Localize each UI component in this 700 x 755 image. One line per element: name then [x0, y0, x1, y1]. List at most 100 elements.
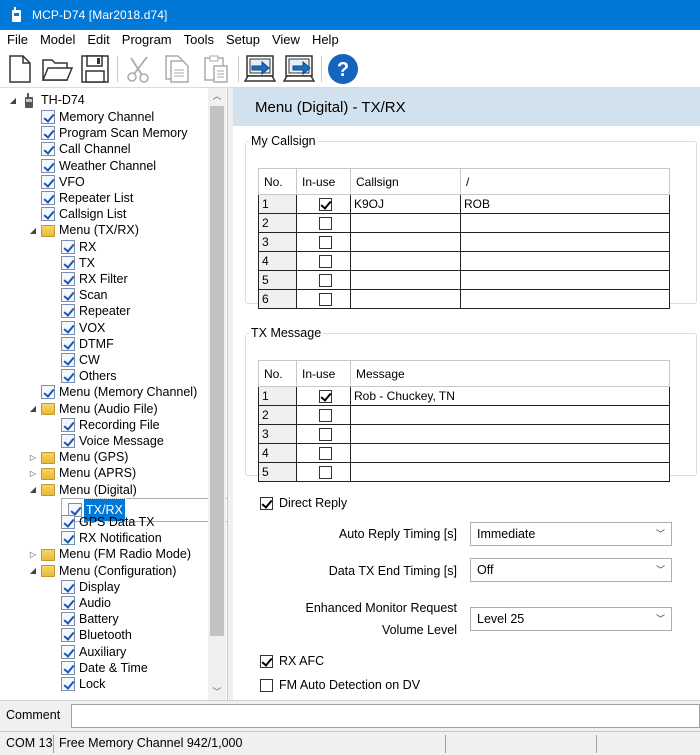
inuse-checkbox[interactable]	[318, 292, 332, 306]
checkbox-icon[interactable]	[61, 239, 75, 254]
save-icon[interactable]	[78, 52, 112, 86]
inuse-checkbox[interactable]	[318, 465, 332, 479]
tree-scrollbar[interactable]: ︿ ﹀	[208, 88, 226, 700]
checkbox-icon[interactable]	[41, 385, 55, 400]
tree-item-menu-digital[interactable]: ◢ Menu (Digital)	[28, 482, 139, 498]
tree-item-rx-filter[interactable]: RX Filter	[61, 271, 130, 287]
checkbox-icon[interactable]	[41, 174, 55, 189]
checkbox-icon[interactable]	[61, 660, 75, 675]
fm-auto-detection-checkbox[interactable]: FM Auto Detection on DV	[260, 678, 420, 692]
inuse-cell[interactable]	[296, 251, 351, 271]
tree-item-display[interactable]: Display	[61, 579, 122, 595]
tree-item-voice-message[interactable]: Voice Message	[61, 433, 166, 449]
scroll-down-icon[interactable]: ﹀	[208, 684, 226, 700]
suffix-cell[interactable]	[460, 232, 670, 252]
collapse-icon[interactable]: ◢	[28, 225, 38, 235]
checkbox-icon[interactable]	[61, 353, 75, 367]
checkbox-icon[interactable]	[61, 515, 75, 529]
inuse-checkbox[interactable]	[318, 427, 332, 441]
inuse-cell[interactable]	[296, 405, 351, 425]
direct-reply-checkbox[interactable]: Direct Reply	[260, 496, 347, 510]
checkbox-icon[interactable]	[61, 596, 75, 610]
checkbox-icon[interactable]	[61, 288, 75, 303]
checkbox-icon[interactable]	[41, 207, 55, 222]
scroll-up-icon[interactable]: ︿	[208, 88, 226, 104]
message-cell[interactable]	[350, 443, 670, 463]
suffix-cell[interactable]: ROB	[460, 194, 670, 214]
suffix-cell[interactable]	[460, 289, 670, 309]
inuse-checkbox[interactable]	[318, 273, 332, 287]
menu-view[interactable]: View	[267, 30, 305, 50]
menu-tools[interactable]: Tools	[179, 30, 219, 50]
inuse-cell[interactable]	[296, 443, 351, 463]
tree-item-menu-tx-rx[interactable]: ◢ Menu (TX/RX)	[28, 222, 141, 238]
rx-afc-box[interactable]	[260, 654, 273, 668]
tree-item-recording-file[interactable]: Recording File	[61, 417, 162, 433]
menu-program[interactable]: Program	[117, 30, 177, 50]
suffix-cell[interactable]	[460, 270, 670, 290]
menu-help[interactable]: Help	[307, 30, 344, 50]
tree-item-menu-fm-radio-mode[interactable]: ▷ Menu (FM Radio Mode)	[28, 546, 193, 562]
checkbox-icon[interactable]	[41, 142, 55, 157]
callsign-cell[interactable]	[350, 270, 461, 290]
checkbox-icon[interactable]	[41, 126, 55, 141]
checkbox-icon[interactable]	[61, 434, 75, 448]
write-to-radio-icon[interactable]	[282, 52, 316, 86]
message-cell[interactable]	[350, 462, 670, 482]
auto-reply-timing-select[interactable]: Immediate ﹀	[470, 522, 672, 546]
tree-item-others[interactable]: Others	[61, 368, 119, 384]
tree-item-menu-gps[interactable]: ▷ Menu (GPS)	[28, 449, 130, 465]
checkbox-icon[interactable]	[61, 531, 75, 546]
callsign-cell[interactable]	[350, 289, 461, 309]
copy-icon[interactable]	[160, 52, 194, 86]
tree-item-weather-channel[interactable]: Weather Channel	[41, 158, 158, 174]
inuse-checkbox[interactable]	[318, 235, 332, 249]
collapse-icon[interactable]: ◢	[8, 95, 18, 105]
suffix-cell[interactable]	[460, 251, 670, 271]
checkbox-icon[interactable]	[61, 304, 75, 319]
inuse-checkbox[interactable]	[318, 446, 332, 460]
paste-icon[interactable]	[199, 52, 233, 86]
tree-item-cw[interactable]: CW	[61, 352, 102, 368]
callsign-cell[interactable]	[350, 232, 461, 252]
checkbox-icon[interactable]	[61, 369, 75, 384]
cut-icon[interactable]	[122, 52, 156, 86]
inuse-cell[interactable]	[296, 386, 351, 406]
tree-item-repeater[interactable]: Repeater	[61, 303, 132, 319]
callsign-cell[interactable]: K9OJ	[350, 194, 461, 214]
checkbox-icon[interactable]	[61, 644, 75, 659]
checkbox-icon[interactable]	[61, 628, 75, 643]
tree-item-menu-configuration[interactable]: ◢ Menu (Configuration)	[28, 563, 178, 579]
tree-item-dtmf[interactable]: DTMF	[61, 336, 116, 352]
collapse-icon[interactable]: ◢	[28, 404, 38, 414]
tree-item-gps-data-tx[interactable]: GPS Data TX	[61, 514, 157, 530]
tree-root[interactable]: ◢ TH-D74	[8, 92, 87, 108]
tree-item-auxiliary[interactable]: Auxiliary	[61, 644, 128, 660]
inuse-cell[interactable]	[296, 270, 351, 290]
message-cell[interactable]	[350, 424, 670, 444]
new-file-icon[interactable]	[3, 52, 37, 86]
help-icon[interactable]: ?	[326, 52, 360, 86]
tree-item-vfo[interactable]: VFO	[41, 174, 87, 190]
inuse-cell[interactable]	[296, 232, 351, 252]
enhanced-monitor-select[interactable]: Level 25 ﹀	[470, 607, 672, 631]
expand-icon[interactable]: ▷	[28, 452, 38, 462]
callsign-cell[interactable]	[350, 251, 461, 271]
tree-item-date-time[interactable]: Date & Time	[61, 660, 150, 676]
message-cell[interactable]	[350, 405, 670, 425]
rx-afc-checkbox[interactable]: RX AFC	[260, 654, 324, 668]
tree-item-program-scan-memory[interactable]: Program Scan Memory	[41, 125, 190, 141]
tree-item-tx[interactable]: TX	[61, 255, 97, 271]
inuse-cell[interactable]	[296, 194, 351, 214]
tree-item-call-channel[interactable]: Call Channel	[41, 141, 133, 157]
expand-icon[interactable]: ▷	[28, 549, 38, 559]
menu-model[interactable]: Model	[35, 30, 80, 50]
checkbox-icon[interactable]	[61, 336, 75, 351]
tree-item-memory-channel[interactable]: Memory Channel	[41, 109, 156, 125]
message-cell[interactable]: Rob - Chuckey, TN	[350, 386, 670, 406]
checkbox-icon[interactable]	[41, 191, 55, 205]
tree-item-vox[interactable]: VOX	[61, 320, 107, 336]
checkbox-icon[interactable]	[61, 612, 75, 627]
suffix-cell[interactable]	[460, 213, 670, 233]
fm-auto-detection-box[interactable]	[260, 678, 273, 692]
